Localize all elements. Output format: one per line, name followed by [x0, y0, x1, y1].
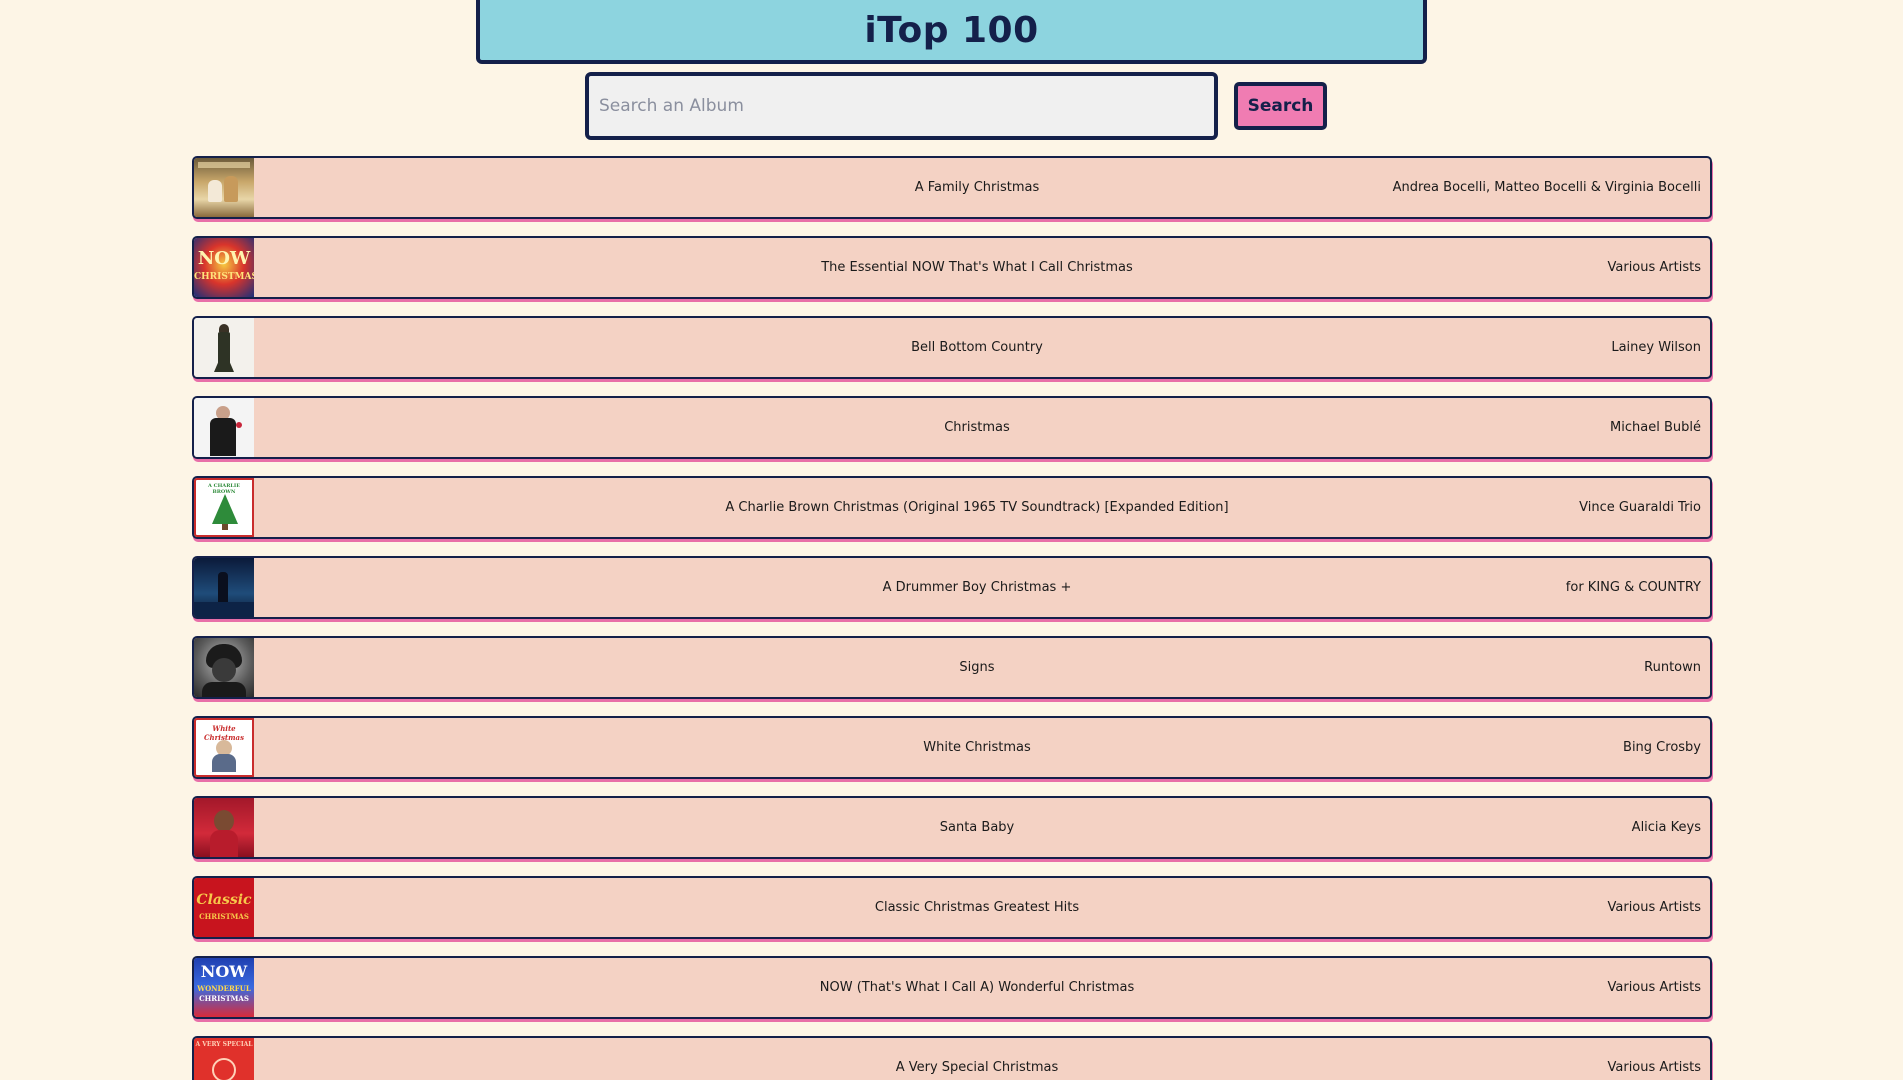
page-title: iTop 100 [864, 9, 1039, 51]
album-title: Signs [959, 660, 995, 675]
album-artist: Runtown [1644, 660, 1701, 675]
album-title: A Drummer Boy Christmas + [882, 580, 1072, 595]
album-cover-classic-christmas-icon: Classic CHRISTMAS [194, 878, 254, 937]
album-title: NOW (That's What I Call A) Wonderful Chr… [819, 980, 1135, 995]
album-cover-portrait-bw-icon [194, 638, 254, 697]
album-row[interactable]: A Drummer Boy Christmas + for KING & COU… [192, 556, 1712, 619]
album-artist: Lainey Wilson [1611, 340, 1701, 355]
album-artist: Michael Bublé [1610, 420, 1701, 435]
album-cover-very-special-icon: A VERY SPECIAL [194, 1038, 254, 1080]
album-row[interactable]: NOW WONDERFUL CHRISTMAS NOW (That's What… [192, 956, 1712, 1019]
album-cover-family-portrait-icon [194, 158, 254, 217]
album-title: Christmas [944, 420, 1010, 435]
album-row[interactable]: Signs Runtown [192, 636, 1712, 699]
album-cover-red-portrait-icon [194, 798, 254, 857]
search-input[interactable] [585, 72, 1218, 140]
search-button[interactable]: Search [1234, 82, 1327, 130]
album-row[interactable]: A CHARLIE BROWN A Charlie Brown Christma… [192, 476, 1712, 539]
album-row[interactable]: A VERY SPECIAL A Very Special Christmas … [192, 1036, 1712, 1080]
album-list: A Family Christmas Andrea Bocelli, Matte… [192, 156, 1712, 1080]
album-title: Bell Bottom Country [911, 340, 1043, 355]
album-artist: Andrea Bocelli, Matteo Bocelli & Virgini… [1392, 180, 1701, 195]
album-row[interactable]: Classic CHRISTMAS Classic Christmas Grea… [192, 876, 1712, 939]
album-row[interactable]: Santa Baby Alicia Keys [192, 796, 1712, 859]
album-cover-now-wonderful-icon: NOW WONDERFUL CHRISTMAS [194, 958, 254, 1017]
album-row[interactable]: A Family Christmas Andrea Bocelli, Matte… [192, 156, 1712, 219]
album-cover-standing-figure-icon [194, 318, 254, 377]
album-artist: Various Artists [1607, 980, 1702, 995]
album-cover-white-christmas-icon: White Christmas [194, 718, 254, 777]
album-row[interactable]: White Christmas White Christmas Bing Cro… [192, 716, 1712, 779]
album-artist: Various Artists [1607, 1060, 1702, 1075]
album-title: White Christmas [923, 740, 1031, 755]
album-cover-christmas-tree-icon: A CHARLIE BROWN [194, 478, 254, 537]
album-artist: Vince Guaraldi Trio [1579, 500, 1701, 515]
album-title: Santa Baby [939, 820, 1015, 835]
album-cover-night-scene-icon [194, 558, 254, 617]
album-artist: for KING & COUNTRY [1565, 580, 1701, 595]
album-artist: Bing Crosby [1623, 740, 1701, 755]
album-cover-now-christmas-icon: NOW CHRISTMAS [194, 238, 254, 297]
album-artist: Various Artists [1607, 260, 1702, 275]
album-title: A Charlie Brown Christmas (Original 1965… [725, 500, 1229, 515]
album-artist: Alicia Keys [1631, 820, 1701, 835]
app-header: iTop 100 [476, 0, 1427, 64]
album-artist: Various Artists [1607, 900, 1702, 915]
album-title: Classic Christmas Greatest Hits [874, 900, 1080, 915]
album-title: A Very Special Christmas [895, 1060, 1059, 1075]
album-cover-man-in-suit-icon [194, 398, 254, 457]
album-title: The Essential NOW That's What I Call Chr… [821, 260, 1133, 275]
album-row[interactable]: NOW CHRISTMAS The Essential NOW That's W… [192, 236, 1712, 299]
album-row[interactable]: Christmas Michael Bublé [192, 396, 1712, 459]
album-row[interactable]: Bell Bottom Country Lainey Wilson [192, 316, 1712, 379]
